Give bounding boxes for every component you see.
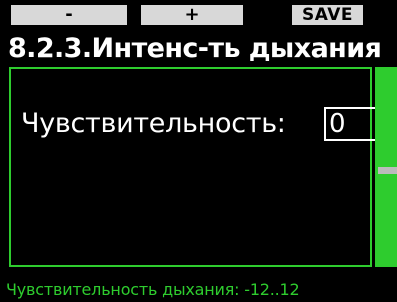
softkey-bar: - + SAVE	[0, 0, 397, 28]
sensitivity-label: Чувствительность:	[21, 108, 286, 139]
scrollbar[interactable]	[375, 67, 397, 267]
page-title: 8.2.3.Интенс-ть дыхания	[8, 33, 382, 64]
increase-button[interactable]: +	[141, 5, 243, 25]
save-button[interactable]: SAVE	[292, 5, 363, 25]
scroll-thumb[interactable]	[378, 167, 397, 174]
sensitivity-value-field[interactable]: 0	[324, 107, 380, 141]
decrease-button[interactable]: -	[11, 5, 127, 25]
range-hint: Чувствительность дыхания: -12..12	[6, 280, 300, 299]
settings-panel: Чувствительность: 0	[9, 67, 380, 267]
